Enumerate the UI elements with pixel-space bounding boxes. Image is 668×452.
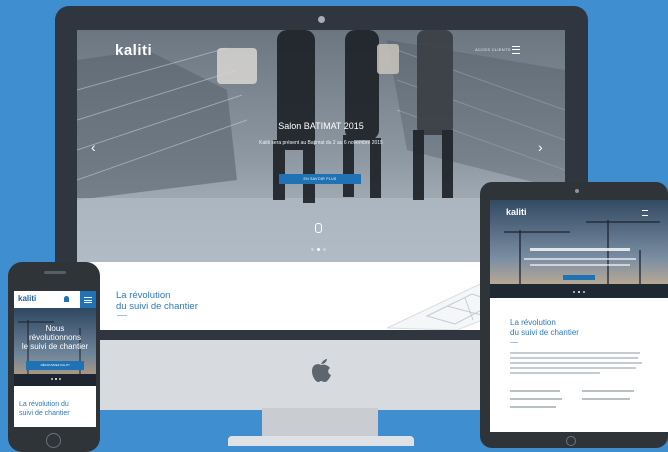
phone-speaker [44, 271, 66, 274]
feature-bullet [510, 406, 556, 408]
slider-dot-active[interactable] [55, 378, 57, 380]
phone-screen: kaliti Nous révolutionnons le suivi de c… [14, 291, 96, 427]
phone-hero-title: Nous révolutionnons le suivi de chantier [21, 324, 89, 351]
slider-dot[interactable] [51, 378, 53, 380]
tablet-screen: kaliti La révolution du suivi de chantie… [490, 200, 668, 432]
user-icon[interactable] [64, 296, 69, 302]
paragraph-line [510, 352, 640, 354]
tablet-hero: kaliti [490, 200, 668, 298]
section-heading: La révolution du suivi de chantier [116, 290, 198, 312]
paragraph-line [510, 362, 642, 364]
menu-icon[interactable] [642, 210, 648, 216]
feature-bullet [582, 390, 634, 392]
feature-bullet [510, 390, 560, 392]
menu-icon[interactable] [80, 291, 96, 308]
desktop-stand-base [228, 436, 414, 446]
phone-hero: Nous révolutionnons le suivi de chantier… [14, 308, 96, 386]
menu-icon[interactable] [512, 46, 520, 54]
apple-logo [312, 359, 331, 382]
paragraph-line [510, 367, 636, 369]
tablet-camera [575, 189, 579, 193]
learn-more-button[interactable]: EN SAVOIR PLUS [279, 174, 361, 184]
paragraph-line [510, 372, 600, 374]
scroll-mouse-icon[interactable] [315, 223, 322, 233]
phone-home-button[interactable] [46, 433, 61, 448]
paragraph-line [510, 357, 638, 359]
tablet-home-button[interactable] [566, 436, 576, 446]
hero-title: Salon BATIMAT 2015 [278, 121, 364, 131]
feature-bullet [510, 398, 562, 400]
slider-dot[interactable] [323, 248, 326, 251]
tablet-cta-button[interactable] [563, 275, 595, 280]
tablet-section-heading: La révolution du suivi de chantier [510, 318, 579, 337]
discover-button[interactable]: DÉCOUVREZ KALITI [26, 361, 84, 370]
arrow-right-icon[interactable]: › [538, 140, 543, 154]
tablet-logo[interactable]: kaliti [506, 207, 527, 217]
heading-divider [117, 315, 127, 316]
arrow-left-icon[interactable]: ‹ [91, 140, 96, 154]
phone-navbar: kaliti [14, 291, 96, 308]
phone-section-heading: La révolution du suivi de chantier [19, 401, 70, 417]
desktop-logo[interactable]: kaliti [115, 42, 152, 59]
phone-logo[interactable]: kaliti [18, 294, 36, 303]
slider-dot-active[interactable] [317, 248, 320, 251]
client-access-link[interactable]: ACCES CLIENTS [475, 47, 511, 52]
slider-dot[interactable] [311, 248, 314, 251]
webcam [318, 16, 325, 23]
heading-divider [510, 342, 518, 343]
feature-bullet [582, 398, 630, 400]
slider-dot[interactable] [59, 378, 61, 380]
hero-subtitle: Kaliti sera présent au Batimat du 2 au 6… [259, 140, 383, 146]
desktop-stand [262, 408, 378, 438]
